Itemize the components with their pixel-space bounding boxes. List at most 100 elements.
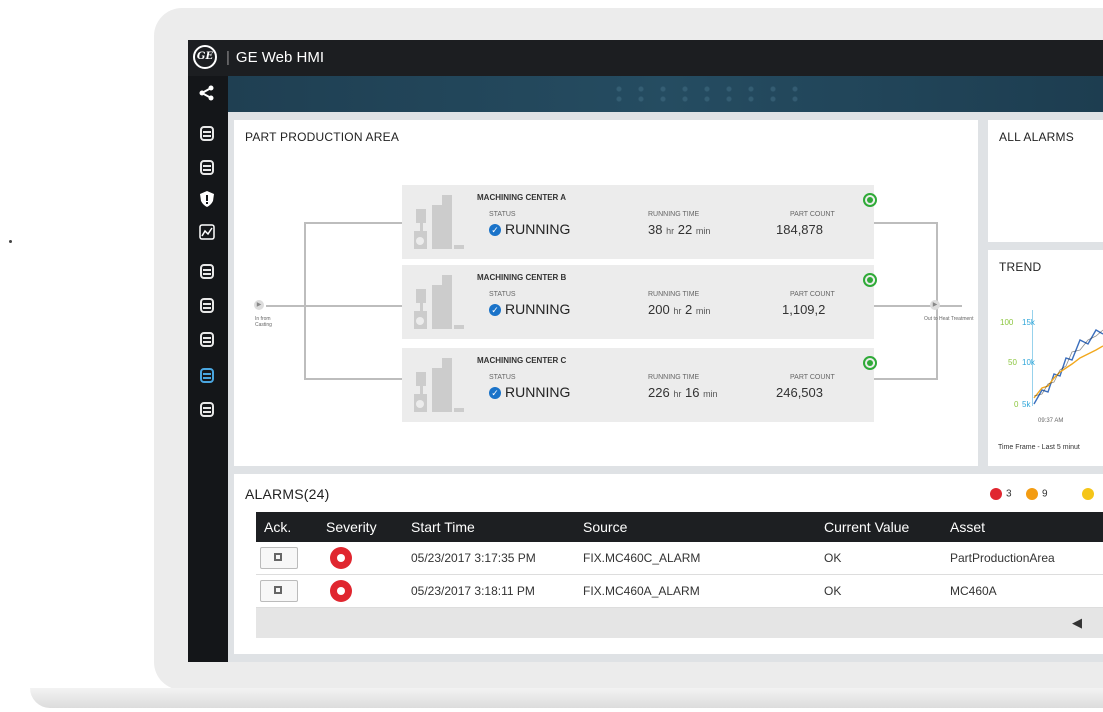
hours-value: 226 [648,385,670,400]
column-header-ack[interactable]: Ack. [264,519,291,535]
ge-logo: GE [193,45,217,69]
status-label: STATUS [489,291,516,298]
start-time-cell: 05/23/2017 3:18:11 PM [411,584,535,598]
table-pager: ◀ [256,608,1103,638]
check-icon: ✓ [489,304,501,317]
hr-unit: hr [666,226,675,236]
minutes-value: 16 [684,385,700,400]
minutes-value: 22 [677,222,693,237]
current-value-cell: OK [824,584,842,598]
y-left-tick: 50 [1008,358,1017,367]
critical-count-value: 3 [1006,488,1012,500]
min-unit: min [703,389,718,399]
flow-line [874,222,938,224]
running-time-label: RUNNING TIME [648,211,700,218]
database-icon[interactable] [196,260,218,282]
outflow-label: Out to Heat Treatment [924,316,974,322]
status-ok-icon [863,193,877,207]
status-text: RUNNING [505,384,571,400]
trend-chart [1032,310,1103,406]
hours-value: 38 [648,222,663,237]
database-icon[interactable] [196,156,218,178]
status-value: ✓ RUNNING [489,384,570,400]
machining-center-name: MACHINING CENTER A [477,193,567,202]
critical-count[interactable]: 3 [990,488,1012,500]
asset-cell: PartProductionArea [950,551,1055,565]
running-time-value: 38 hr 22 min [648,222,710,237]
database-icon[interactable] [196,398,218,420]
warning-count[interactable]: 9 [1026,488,1048,500]
y-left-tick: 0 [1014,400,1019,409]
running-time-label: RUNNING TIME [648,374,700,381]
machining-center-name: MACHINING CENTER B [477,273,567,282]
inflow-play-icon: ▶ [254,300,264,310]
source-cell: FIX.MC460A_ALARM [583,584,700,598]
ack-checkbox[interactable] [260,547,298,569]
part-count-value: 246,503 [776,385,823,400]
status-label: STATUS [489,211,516,218]
database-icon[interactable] [196,122,218,144]
flow-line [874,305,934,307]
machining-center-name: MACHINING CENTER C [477,356,567,365]
panel-title: ALL ALARMS [999,130,1074,144]
warning-alarm-icon [1026,488,1038,500]
column-header-source[interactable]: Source [583,519,627,535]
y-right-tick: 5k [1022,400,1031,409]
status-value: ✓ RUNNING [489,221,570,237]
column-header-current-value[interactable]: Current Value [824,519,909,535]
flow-line [354,305,402,307]
inflow-label: In from Casting [255,316,272,328]
database-icon-active[interactable] [196,364,218,386]
critical-severity-icon [330,580,352,602]
trend-chart-icon[interactable] [196,224,218,246]
min-unit: min [695,226,711,236]
status-text: RUNNING [505,301,571,317]
info-count[interactable] [1082,488,1098,500]
machine-icon [414,358,464,412]
database-icon[interactable] [196,328,218,350]
status-label: STATUS [489,374,516,381]
column-header-severity[interactable]: Severity [326,519,377,535]
part-production-panel: PART PRODUCTION AREA ▶ In from Casting ▶… [234,120,978,466]
column-header-start-time[interactable]: Start Time [411,519,475,535]
ack-checkbox[interactable] [260,580,298,602]
table-row[interactable]: 05/23/2017 3:18:11 PM FIX.MC460A_ALARM O… [256,575,1103,608]
part-count-value: 1,109,2 [782,302,826,317]
check-icon: ✓ [489,224,501,237]
x-tick: 09:37 AM [1038,418,1064,424]
y-left-tick: 100 [1000,318,1014,327]
check-icon: ✓ [489,387,501,400]
status-text: RUNNING [505,221,571,237]
trend-panel[interactable]: TREND 100 50 0 15k 10k 5k 09:37 AM Time … [988,250,1103,466]
flow-line [266,305,354,307]
machining-center-card[interactable]: MACHINING CENTER B STATUS ✓ RUNNING RUNNI… [402,265,877,339]
share-icon[interactable] [196,84,218,106]
running-time-label: RUNNING TIME [648,291,700,298]
status-ok-icon [863,273,877,287]
part-count-label: PART COUNT [790,211,835,218]
all-alarms-panel[interactable]: ALL ALARMS [988,120,1103,242]
alarms-table-header: Ack. Severity Start Time Source Current … [256,512,1103,542]
hr-unit: hr [673,306,682,316]
machining-center-card[interactable]: MACHINING CENTER C STATUS ✓ RUNNING RUNNI… [402,348,877,422]
current-value-cell: OK [824,551,842,565]
status-ok-icon [863,356,877,370]
database-icon[interactable] [196,294,218,316]
table-row[interactable]: 05/23/2017 3:17:35 PM FIX.MC460C_ALARM O… [256,542,1103,575]
decorative-dot [9,240,12,243]
header-banner [228,76,1103,112]
prev-page-icon[interactable]: ◀ [1072,615,1082,631]
screen: GE | GE Web HMI PART PRODUCTION AREA ▶ I… [188,40,1103,662]
part-count-value: 184,878 [776,222,823,237]
app-title: | GE Web HMI [226,49,324,66]
hr-unit: hr [673,389,682,399]
panel-title: TREND [999,260,1042,274]
shield-alert-icon[interactable] [196,190,218,212]
outflow-play-icon: ▶ [930,300,940,310]
machining-center-card[interactable]: MACHINING CENTER A STATUS ✓ RUNNING RUNNI… [402,185,877,259]
warning-count-value: 9 [1042,488,1048,500]
flow-line [304,222,402,224]
status-value: ✓ RUNNING [489,301,570,317]
top-bar: GE | GE Web HMI [188,40,1103,76]
column-header-asset[interactable]: Asset [950,519,985,535]
